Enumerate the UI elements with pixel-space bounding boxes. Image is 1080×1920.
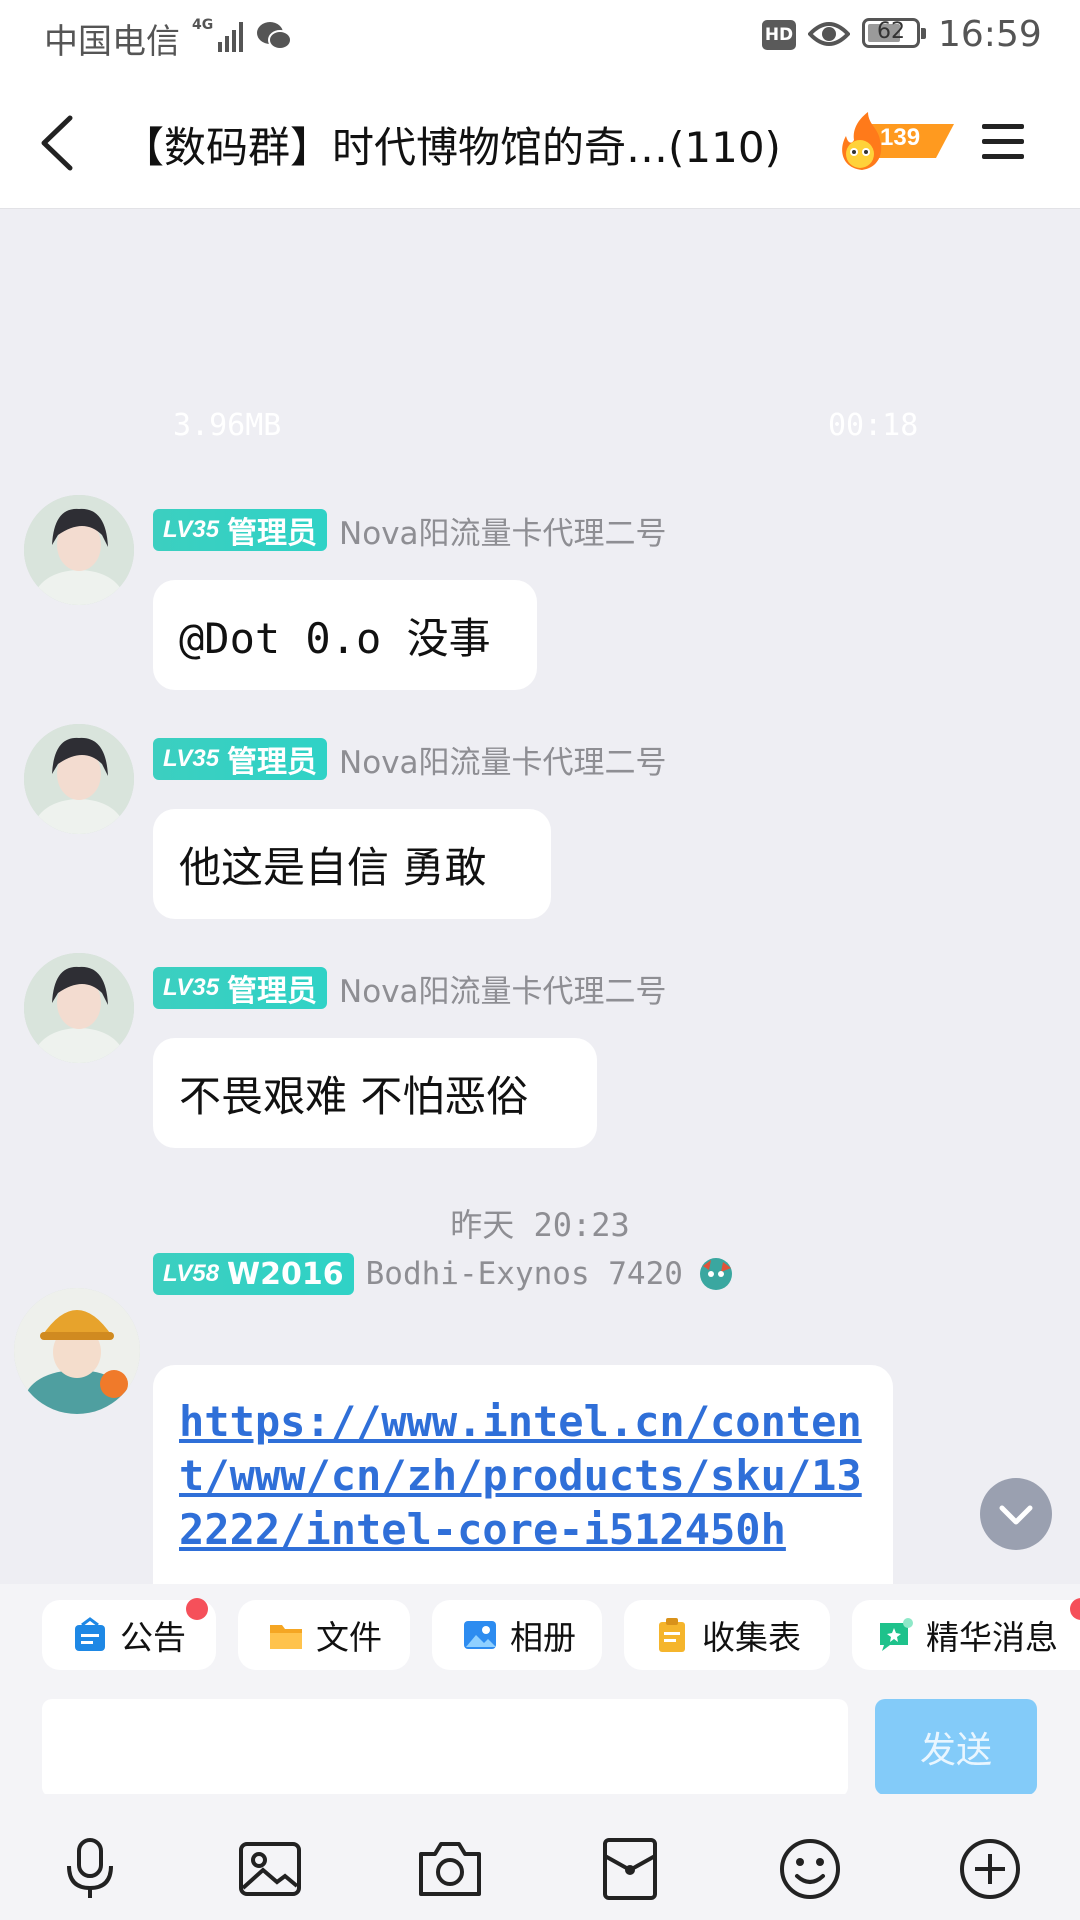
notification-dot [1070, 1598, 1080, 1620]
quick-actions-bar: 公告 文件 相册 收集表 精华消息 [0, 1584, 1080, 1684]
notification-dot [186, 1598, 208, 1620]
eye-comfort-icon [808, 22, 850, 46]
message-bubble[interactable]: 他这是自信 勇敢 [153, 809, 551, 919]
chat-area[interactable]: 3.96MB 00:18 LV35 管理员 Nova阳流量卡代理二号 @Dot … [0, 208, 1080, 1584]
network-type: 4G [192, 17, 214, 33]
quick-action-form[interactable]: 收集表 [624, 1600, 830, 1670]
message-meta: LV58 W2016 Bodhi-Exynos 7420 [153, 1252, 737, 1296]
title-bar: 【数码群】时代博物馆的奇…(110) 139 [0, 74, 1080, 209]
hd-icon: HD [762, 20, 796, 50]
avatar-image [24, 953, 134, 1063]
message-meta: LV35 管理员 Nova阳流量卡代理二号 [153, 737, 667, 781]
level-text: LV35 [163, 745, 220, 772]
carrier-name: 中国电信 [44, 22, 180, 62]
sender-name[interactable]: Nova阳流量卡代理二号 [339, 737, 667, 782]
chip-label: 相册 [510, 1618, 576, 1657]
group-title[interactable]: 【数码群】时代博物馆的奇…(110) [122, 114, 781, 175]
level-badge: LV35 管理员 [153, 509, 328, 551]
media-duration: 00:18 [828, 408, 919, 443]
avatar[interactable] [24, 495, 134, 605]
quick-action-announcement[interactable]: 公告 [42, 1598, 216, 1670]
quick-action-files[interactable]: 文件 [238, 1600, 410, 1670]
message-meta: LV35 管理员 Nova阳流量卡代理二号 [153, 508, 667, 552]
clipboard-icon [659, 1618, 685, 1652]
menu-icon[interactable] [978, 118, 1028, 166]
plus-icon[interactable] [957, 1836, 1023, 1902]
clock: 16:59 [938, 14, 1042, 55]
chip-label: 精华消息 [926, 1618, 1058, 1657]
level-text: LV58 [163, 1260, 220, 1287]
avatar-image [24, 724, 134, 834]
sender-name[interactable]: Nova阳流量卡代理二号 [339, 966, 667, 1011]
level-text: LV35 [163, 974, 220, 1001]
chip-label: 文件 [316, 1618, 382, 1657]
message-bubble[interactable]: 不畏艰难 不怕恶俗 [153, 1038, 597, 1148]
sender-name[interactable]: Bodhi-Exynos 7420 [366, 1256, 683, 1292]
media-size: 3.96MB [173, 408, 282, 443]
signal-icon [218, 22, 243, 52]
status-bar: 中国电信 4G HD 62 16:59 [0, 0, 1080, 74]
scroll-to-bottom-button[interactable] [980, 1478, 1052, 1550]
camera-icon[interactable] [417, 1836, 483, 1902]
level-text: LV35 [163, 516, 220, 543]
battery-icon: 62 [862, 18, 926, 48]
folder-icon [270, 1625, 302, 1649]
dragon-badge-icon [699, 1258, 732, 1290]
link-message-bubble[interactable]: https://www.intel.cn/content/www/cn/zh/p… [153, 1365, 893, 1584]
message-bubble[interactable]: @Dot 0.o 没事 [153, 580, 537, 690]
role-text: 管理员 [227, 745, 318, 780]
role-text: 管理员 [227, 974, 318, 1009]
message-link[interactable]: https://www.intel.cn/content/www/cn/zh/p… [179, 1397, 862, 1554]
microphone-icon[interactable] [57, 1836, 123, 1902]
wechat-icon [257, 22, 292, 50]
message-meta: LV35 管理员 Nova阳流量卡代理二号 [153, 966, 667, 1010]
avatar-image [24, 495, 134, 605]
composer: 发送 [0, 1684, 1080, 1797]
announcement-icon [75, 1617, 105, 1651]
composer-tools [0, 1794, 1080, 1920]
battery-level: 62 [877, 19, 905, 44]
red-packet-icon[interactable] [597, 1836, 663, 1902]
title-badge-text: W2016 [227, 1256, 344, 1292]
send-button[interactable]: 发送 [875, 1699, 1037, 1795]
group-fire-badge[interactable]: 139 [836, 110, 956, 172]
emoji-icon[interactable] [777, 1836, 843, 1902]
avatar[interactable] [14, 1288, 140, 1414]
highlights-icon [880, 1618, 913, 1651]
level-badge: LV58 W2016 [153, 1253, 354, 1295]
level-badge: LV35 管理员 [153, 738, 328, 780]
fire-count: 139 [880, 124, 921, 151]
level-badge: LV35 管理员 [153, 967, 328, 1009]
image-icon[interactable] [237, 1836, 303, 1902]
album-icon [464, 1621, 496, 1649]
role-text: 管理员 [227, 516, 318, 551]
chat-timestamp: 昨天 20:23 [450, 1206, 630, 1244]
chevron-down-icon [999, 1505, 1033, 1525]
sender-name[interactable]: Nova阳流量卡代理二号 [339, 508, 667, 553]
message-input[interactable] [42, 1699, 848, 1797]
chip-label: 收集表 [702, 1618, 801, 1657]
quick-action-highlights[interactable]: 精华消息 [852, 1598, 1080, 1670]
chip-label: 公告 [120, 1618, 186, 1657]
avatar[interactable] [24, 953, 134, 1063]
back-arrow-icon[interactable] [30, 108, 90, 178]
avatar-image [14, 1288, 140, 1414]
quick-action-album[interactable]: 相册 [432, 1600, 602, 1670]
avatar[interactable] [24, 724, 134, 834]
